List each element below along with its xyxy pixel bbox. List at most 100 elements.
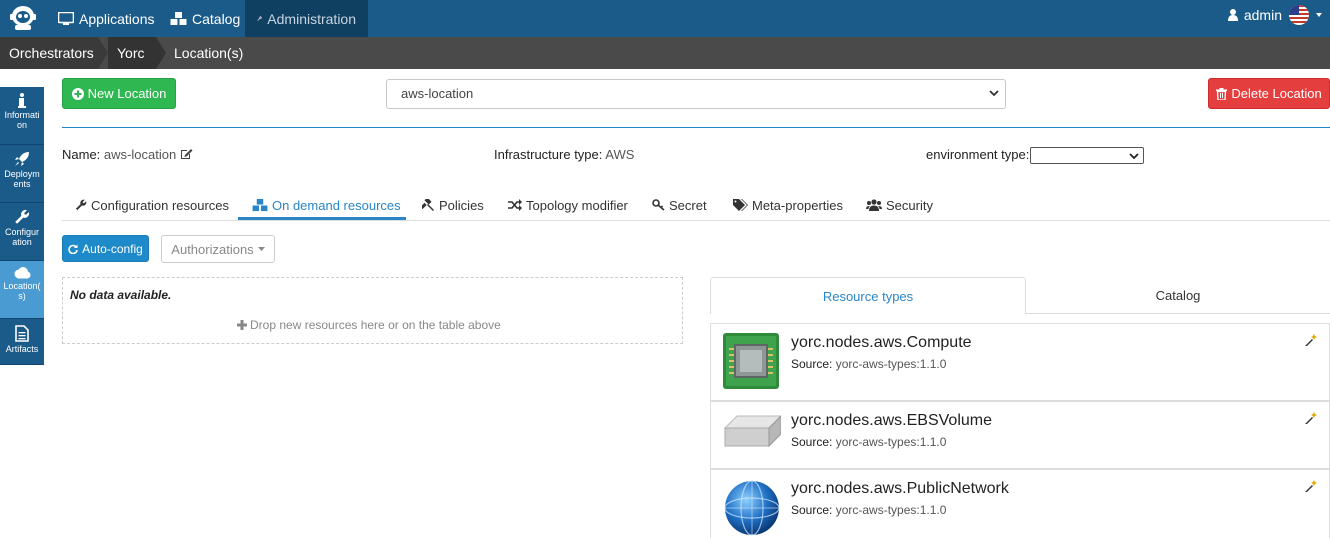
tab-label: On demand resources (272, 197, 401, 213)
tab-label: Security (886, 197, 933, 213)
tab-on-demand-resources[interactable]: On demand resources (252, 190, 401, 220)
delete-location-label: Delete Location (1231, 86, 1322, 101)
cloud-icon (14, 267, 31, 279)
edit-icon[interactable] (180, 148, 193, 160)
globe-icon (723, 478, 781, 538)
key-icon (652, 199, 665, 211)
user-name: admin (1243, 7, 1282, 23)
delete-location-button[interactable]: Delete Location (1208, 78, 1330, 109)
source-label: Source: (791, 435, 833, 449)
refresh-icon (68, 244, 78, 254)
breadcrumb-locations: Location(s) (174, 45, 244, 61)
right-tabs-divider (1026, 313, 1330, 314)
empty-table-text: No data available. (70, 288, 172, 302)
nav-applications[interactable]: Applications (46, 0, 167, 37)
auto-config-button[interactable]: Auto-config (62, 235, 149, 262)
caret-down-icon (1316, 13, 1322, 17)
source-label: Source: (791, 503, 833, 517)
tab-label: Policies (439, 197, 484, 213)
source-value: yorc-aws-types:1.1.0 (835, 503, 947, 517)
sidebar: Informati on Deploym ents Configur ation… (0, 87, 44, 365)
authorizations-dropdown[interactable]: Authorizations (161, 235, 275, 263)
caret-down-icon (257, 247, 265, 251)
sidebar-item-label: Location( s) (3, 281, 41, 301)
chip-icon (723, 333, 779, 392)
drop-hint: Drop new resources here or on the table … (237, 318, 501, 332)
location-name-value: aws-location (103, 147, 177, 162)
tab-label: Secret (669, 197, 707, 213)
trash-icon (1216, 87, 1228, 100)
tabs-divider (62, 220, 1330, 221)
resource-source: Source: yorc-aws-types:1.1.0 (791, 435, 946, 449)
nav-administration-label: Administration (267, 10, 356, 27)
tab-label: Configuration resources (91, 197, 230, 213)
tab-meta-properties[interactable]: Meta-properties (733, 190, 843, 220)
resources-drop-zone[interactable]: No data available. Drop new resources he… (62, 277, 683, 344)
tab-catalog[interactable]: Catalog (1026, 277, 1330, 314)
tab-topology-modifier[interactable]: Topology modifier (508, 190, 628, 220)
plus-circle-icon (71, 87, 84, 100)
gavel-icon (422, 198, 434, 211)
sidebar-item-locations[interactable]: Location( s) (0, 261, 44, 319)
resource-card-compute[interactable]: yorc.nodes.aws.Compute Source: yorc-aws-… (710, 323, 1330, 401)
top-navbar: Applications Catalog Administration admi… (0, 0, 1330, 37)
sidebar-item-label: Artifacts (5, 344, 39, 354)
magic-wand-icon[interactable] (1305, 412, 1317, 424)
resource-card-publicnetwork[interactable]: yorc.nodes.aws.PublicNetwork Source: yor… (710, 469, 1330, 538)
rocket-icon (15, 152, 29, 166)
location-select[interactable]: aws-location (386, 79, 1006, 109)
resource-source: Source: yorc-aws-types:1.1.0 (791, 357, 946, 371)
resource-source: Source: yorc-aws-types:1.1.0 (791, 503, 946, 517)
plus-icon (237, 320, 247, 330)
environment-type-label: environment type: (926, 147, 1030, 162)
tab-secret[interactable]: Secret (652, 190, 707, 220)
sidebar-item-deployments[interactable]: Deploym ents (0, 145, 44, 203)
magic-wand-icon[interactable] (1305, 334, 1317, 346)
sidebar-item-artifacts[interactable]: Artifacts (0, 319, 44, 365)
source-value: yorc-aws-types:1.1.0 (835, 357, 947, 371)
sidebar-item-label: Deploym ents (4, 169, 40, 189)
user-menu[interactable]: admin (1227, 0, 1322, 30)
wrench-icon (15, 209, 30, 224)
divider (62, 127, 1330, 128)
us-flag-icon (1289, 5, 1309, 25)
tab-configuration-resources[interactable]: Configuration resources (75, 190, 229, 220)
breadcrumb-orchestrators[interactable]: Orchestrators (9, 37, 94, 69)
sidebar-item-information[interactable]: Informati on (0, 87, 44, 145)
source-value: yorc-aws-types:1.1.0 (835, 435, 947, 449)
tab-resource-types[interactable]: Resource types (710, 277, 1026, 314)
breadcrumb-yorc[interactable]: Yorc (117, 37, 145, 69)
location-select-value: aws-location (401, 86, 474, 101)
sidebar-item-label: Informati on (4, 110, 40, 130)
infrastructure-type: Infrastructure type: AWS (494, 147, 634, 162)
location-name-label: Name: (62, 147, 101, 162)
nav-applications-label: Applications (79, 10, 155, 27)
nav-administration[interactable]: Administration (245, 0, 368, 37)
new-location-label: New Location (87, 86, 167, 101)
resource-card-ebsvolume[interactable]: yorc.nodes.aws.EBSVolume Source: yorc-aw… (710, 401, 1330, 469)
random-icon (508, 199, 522, 211)
cubes-icon (252, 198, 268, 211)
environment-type-select[interactable] (1030, 147, 1144, 164)
tab-policies[interactable]: Policies (422, 190, 484, 220)
new-location-button[interactable]: New Location (62, 78, 176, 109)
wrench-icon (257, 16, 262, 21)
nav-catalog-label: Catalog (192, 10, 241, 27)
file-icon (15, 325, 29, 342)
tab-label: Meta-properties (752, 197, 844, 213)
location-name: Name: aws-location (62, 147, 193, 162)
sidebar-item-configuration[interactable]: Configur ation (0, 203, 44, 261)
infra-label: Infrastructure type: (494, 147, 603, 162)
tab-label: Topology modifier (526, 197, 628, 213)
cubes-icon (170, 11, 187, 25)
chevron-down-icon (989, 90, 999, 97)
nav-catalog[interactable]: Catalog (158, 0, 252, 37)
resource-name: yorc.nodes.aws.EBSVolume (791, 412, 992, 429)
magic-wand-icon[interactable] (1305, 480, 1317, 492)
wrench-icon (75, 199, 87, 211)
tab-security[interactable]: Security (866, 190, 933, 220)
sidebar-item-label: Configur ation (4, 227, 40, 247)
auto-config-label: Auto-config (82, 241, 143, 256)
chevron-down-icon (1129, 153, 1139, 160)
logo-icon[interactable] (6, 2, 40, 34)
